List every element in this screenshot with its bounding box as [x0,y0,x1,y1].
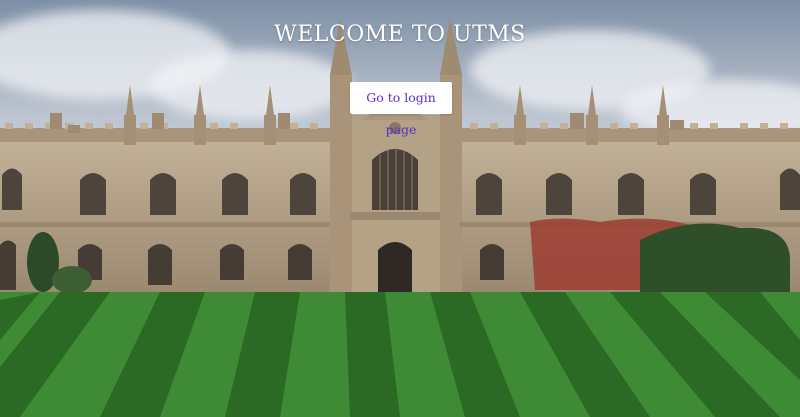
college-building-image [0,18,800,417]
page-title: WELCOME TO UTMS [274,22,526,47]
login-page-link[interactable]: Go to login page [350,82,452,137]
landing-page: WELCOME TO UTMS Go to login page [0,0,800,417]
